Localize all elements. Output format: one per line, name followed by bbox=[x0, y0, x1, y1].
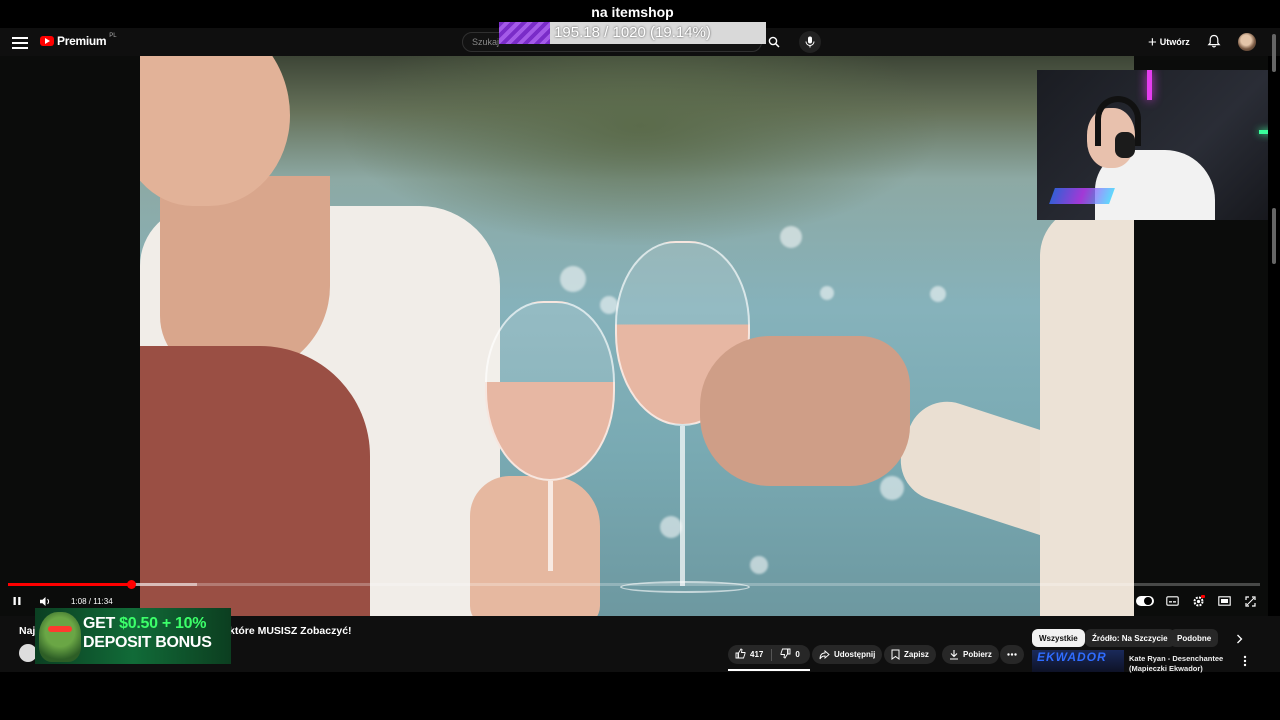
share-label: Udostępnij bbox=[834, 650, 876, 659]
pause-icon[interactable] bbox=[10, 594, 24, 608]
mic-icon[interactable] bbox=[799, 31, 821, 53]
miniplayer-icon[interactable] bbox=[1216, 594, 1232, 608]
download-button[interactable]: Pobierz bbox=[942, 645, 999, 664]
download-label: Pobierz bbox=[963, 650, 992, 659]
chevron-right-icon[interactable] bbox=[1232, 632, 1246, 646]
ad-subline: DEPOSIT BONUS bbox=[83, 634, 212, 651]
video-frame[interactable] bbox=[140, 56, 1134, 616]
user-avatar[interactable] bbox=[1238, 33, 1256, 51]
share-icon bbox=[819, 649, 830, 659]
more-actions-button[interactable] bbox=[1000, 645, 1024, 664]
dislike-count[interactable]: 0 bbox=[795, 650, 799, 659]
download-icon bbox=[950, 650, 958, 660]
autoplay-toggle[interactable] bbox=[1136, 596, 1154, 606]
like-underline bbox=[728, 669, 810, 671]
logo-region: PL bbox=[109, 33, 117, 39]
ad-character-image bbox=[39, 612, 81, 662]
menu-icon[interactable] bbox=[12, 34, 28, 50]
search-placeholder: Szukaj bbox=[472, 37, 500, 47]
volume-icon[interactable] bbox=[37, 594, 53, 608]
fullscreen-icon[interactable] bbox=[1242, 594, 1258, 608]
logo-text: Premium bbox=[57, 34, 107, 48]
video-title-end: które MUSISZ Zobaczyć! bbox=[229, 625, 352, 637]
goal-title: na itemshop bbox=[591, 4, 674, 20]
bookmark-icon bbox=[891, 649, 900, 660]
ad-headline: GET $0.50 + 10% bbox=[83, 615, 207, 632]
chip-source[interactable]: Źródło: Na Szczycie bbox=[1085, 629, 1175, 647]
youtube-premium-logo[interactable]: Premium PL bbox=[40, 33, 117, 48]
recommendation-title[interactable]: Kate Ryan - Desenchantee (Mapieczki Ekwa… bbox=[1129, 654, 1229, 674]
scrollbar-thumb[interactable] bbox=[1272, 34, 1276, 72]
scrollbar-thumb-secondary[interactable] bbox=[1272, 208, 1276, 264]
like-count[interactable]: 417 bbox=[750, 650, 763, 659]
youtube-logo-icon bbox=[40, 36, 54, 46]
video-player[interactable]: 1:08 / 11:34 bbox=[0, 56, 1268, 616]
more-vertical-icon[interactable] bbox=[1243, 654, 1253, 668]
thumbnail-text: EKWADOR bbox=[1037, 650, 1107, 664]
subtitles-icon[interactable] bbox=[1164, 594, 1180, 608]
dislike-icon[interactable] bbox=[780, 648, 791, 661]
progress-scrubber[interactable] bbox=[126, 580, 136, 589]
video-info-area: Naj które MUSISZ Zobaczyć! GET $0.50 + 1… bbox=[0, 608, 1280, 674]
gear-icon[interactable] bbox=[1190, 594, 1206, 608]
time-display: 1:08 / 11:34 bbox=[71, 597, 113, 606]
progress-bar[interactable] bbox=[8, 580, 1260, 589]
plus-icon: + bbox=[1148, 33, 1157, 51]
save-label: Zapisz bbox=[904, 650, 929, 659]
video-title-start: Naj bbox=[19, 625, 36, 637]
page-scrollbar[interactable] bbox=[1271, 32, 1278, 662]
chip-all[interactable]: Wszystkie bbox=[1032, 629, 1085, 647]
save-button[interactable]: Zapisz bbox=[884, 645, 936, 664]
like-dislike-group: 417 0 bbox=[728, 645, 810, 664]
share-button[interactable]: Udostępnij bbox=[812, 645, 883, 664]
recommendation-thumbnail[interactable]: EKWADOR bbox=[1032, 650, 1124, 672]
ad-banner: GET $0.50 + 10% DEPOSIT BONUS bbox=[35, 608, 231, 664]
progress-played bbox=[8, 583, 131, 586]
goal-progress-text: 195.18 / 1020 (19.14%) bbox=[554, 24, 711, 41]
create-label: Utwórz bbox=[1159, 37, 1190, 47]
like-icon[interactable] bbox=[735, 648, 746, 661]
bell-icon[interactable] bbox=[1207, 34, 1223, 50]
streamer-webcam bbox=[1037, 70, 1268, 220]
more-horizontal-icon bbox=[1007, 653, 1017, 656]
donation-goal-bar: 195.18 / 1020 (19.14%) bbox=[499, 22, 766, 44]
create-button[interactable]: + Utwórz bbox=[1148, 33, 1190, 51]
chip-similar[interactable]: Podobne bbox=[1170, 629, 1219, 647]
